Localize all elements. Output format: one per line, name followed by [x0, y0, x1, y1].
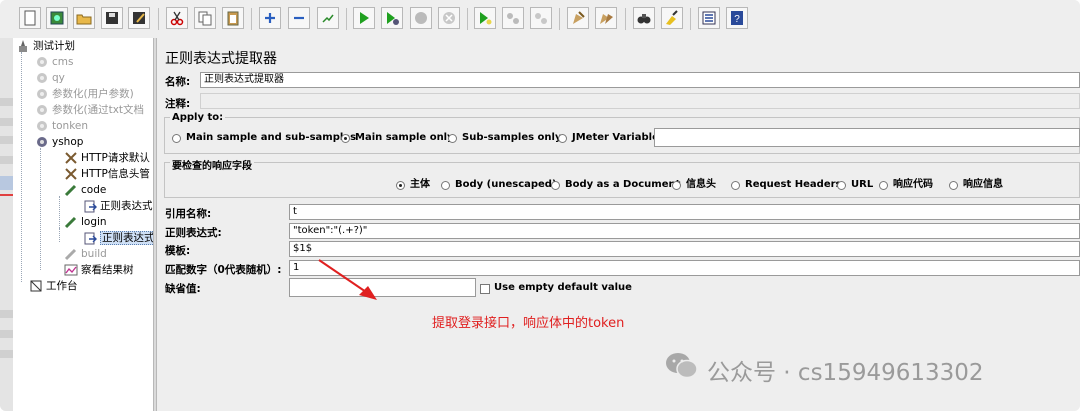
workbench-icon [29, 279, 43, 293]
tree-item-results-tree[interactable]: 察看结果树 [64, 262, 134, 278]
stop-icon[interactable] [410, 7, 432, 29]
tree-item-param-txt[interactable]: 参数化(通过txt文档 [35, 102, 144, 118]
function-helper-icon[interactable] [698, 7, 720, 29]
match-number-field[interactable]: 1 [289, 260, 1080, 276]
listener-chart-icon [64, 263, 78, 277]
paste-icon[interactable] [222, 7, 244, 29]
tree-item-qy[interactable]: qy [35, 70, 65, 86]
radio-response-message[interactable]: 响应信息 [949, 178, 1003, 192]
clear-all-icon[interactable] [595, 7, 617, 29]
template-label: 模板: [165, 245, 191, 257]
left-edge-strip [0, 38, 14, 411]
radio-jmeter-variable[interactable]: JMeter Variable [558, 131, 659, 145]
save-as-icon[interactable] [128, 7, 150, 29]
remote-shutdown-icon[interactable] [530, 7, 552, 29]
ref-name-label: 引用名称: [165, 208, 212, 220]
default-value-label: 缺省值: [165, 283, 201, 295]
use-empty-default-label: Use empty default value [494, 282, 632, 293]
thread-group-icon [35, 71, 49, 85]
search-icon[interactable] [633, 7, 655, 29]
radio-main-and-sub[interactable]: Main sample and sub-samples [172, 131, 356, 145]
tree-item-test-plan[interactable]: 测试计划 [16, 38, 75, 54]
clear-icon[interactable] [567, 7, 589, 29]
regex-extractor-panel: 正则表达式提取器 名称: 正则表达式提取器 注释: Apply to: Main… [157, 38, 1080, 411]
use-empty-default-checkbox[interactable] [480, 284, 490, 294]
templates-icon[interactable] [46, 7, 68, 29]
tree-item-regex-code[interactable]: 正则表达式 [83, 198, 153, 214]
thread-group-icon [35, 87, 49, 101]
ref-name-field[interactable]: t [289, 204, 1080, 220]
annotation-text: 提取登录接口，响应体中的token [432, 316, 625, 331]
extractor-icon [83, 199, 97, 213]
tree-item-regex-login[interactable]: 正则表达式 [83, 230, 153, 246]
watermark-text: 公众号 · cs15949613302 [707, 360, 984, 386]
radio-response-code[interactable]: 响应代码 [879, 178, 933, 192]
annotation-arrow [318, 259, 377, 300]
radio-body-as-document[interactable]: Body as a Document [551, 178, 680, 192]
test-plan-icon [16, 39, 30, 53]
new-icon[interactable] [19, 7, 41, 29]
test-plan-tree: 测试计划 cms qy 参数化(用户参数) 参数化(通过txt文档 tonken… [13, 38, 154, 411]
remote-start-icon[interactable] [474, 7, 496, 29]
regex-field[interactable]: "token":"(.+?)" [289, 223, 1080, 239]
sampler-pen-icon [64, 247, 78, 261]
wechat-logo-icon [665, 351, 699, 384]
response-field-label: 要检查的响应字段 [170, 157, 254, 172]
thread-group-icon [35, 119, 49, 133]
radio-body[interactable]: 主体 [396, 178, 430, 192]
shutdown-icon[interactable] [438, 7, 460, 29]
comment-label: 注释: [165, 98, 191, 110]
match-number-label: 匹配数字（0代表随机）: [165, 264, 282, 276]
thread-group-icon [35, 103, 49, 117]
panel-title: 正则表达式提取器 [165, 51, 277, 67]
tree-item-login[interactable]: login [64, 214, 107, 230]
name-label: 名称: [165, 76, 191, 88]
reset-search-icon[interactable] [661, 7, 683, 29]
toggle-icon[interactable] [317, 7, 339, 29]
radio-body-unescaped[interactable]: Body (unescaped) [441, 178, 557, 192]
template-field[interactable]: $1$ [289, 241, 1080, 257]
regex-label: 正则表达式: [165, 227, 222, 239]
sampler-pen-icon [64, 215, 78, 229]
thread-group-icon [35, 135, 49, 149]
radio-request-headers[interactable]: Request Headers [731, 178, 841, 192]
remote-stop-icon[interactable] [502, 7, 524, 29]
apply-to-label: Apply to: [170, 112, 226, 123]
toolbar: ? [0, 0, 1080, 39]
start-no-pause-icon[interactable] [381, 7, 403, 29]
thread-group-icon [35, 55, 49, 69]
tree-item-code[interactable]: code [64, 182, 106, 198]
tree-item-http-defaults[interactable]: HTTP请求默认 [64, 150, 150, 166]
extractor-icon [83, 231, 97, 245]
save-icon[interactable] [101, 7, 123, 29]
radio-sub-only[interactable]: Sub-samples only [448, 131, 562, 145]
tree-item-http-header[interactable]: HTTP信息头管 [64, 166, 150, 182]
help-icon[interactable]: ? [726, 7, 748, 29]
tree-item-cms[interactable]: cms [35, 54, 73, 70]
config-tools-icon [64, 151, 78, 165]
radio-main-only[interactable]: Main sample only [341, 131, 454, 145]
radio-headers[interactable]: 信息头 [672, 178, 716, 192]
tree-item-param-user[interactable]: 参数化(用户参数) [35, 86, 134, 102]
sampler-pen-icon [64, 183, 78, 197]
svg-text:?: ? [734, 14, 740, 25]
comment-field[interactable] [200, 93, 1080, 109]
tree-item-tonken[interactable]: tonken [35, 118, 88, 134]
name-field[interactable]: 正则表达式提取器 [200, 72, 1080, 88]
tree-item-workbench[interactable]: 工作台 [29, 278, 78, 294]
open-icon[interactable] [73, 7, 95, 29]
tree-item-build[interactable]: build [64, 246, 107, 262]
cut-icon[interactable] [166, 7, 188, 29]
jmeter-window: ? 测试计划 cms qy 参数化(用户参数) 参数化(通过txt文档 tonk… [0, 0, 1080, 411]
jmeter-variable-field[interactable] [654, 128, 1080, 147]
expand-icon[interactable] [259, 7, 281, 29]
collapse-icon[interactable] [288, 7, 310, 29]
tree-item-yshop[interactable]: yshop [35, 134, 83, 150]
config-tools-icon [64, 167, 78, 181]
radio-url[interactable]: URL [837, 178, 873, 192]
start-icon[interactable] [353, 7, 375, 29]
copy-icon[interactable] [194, 7, 216, 29]
